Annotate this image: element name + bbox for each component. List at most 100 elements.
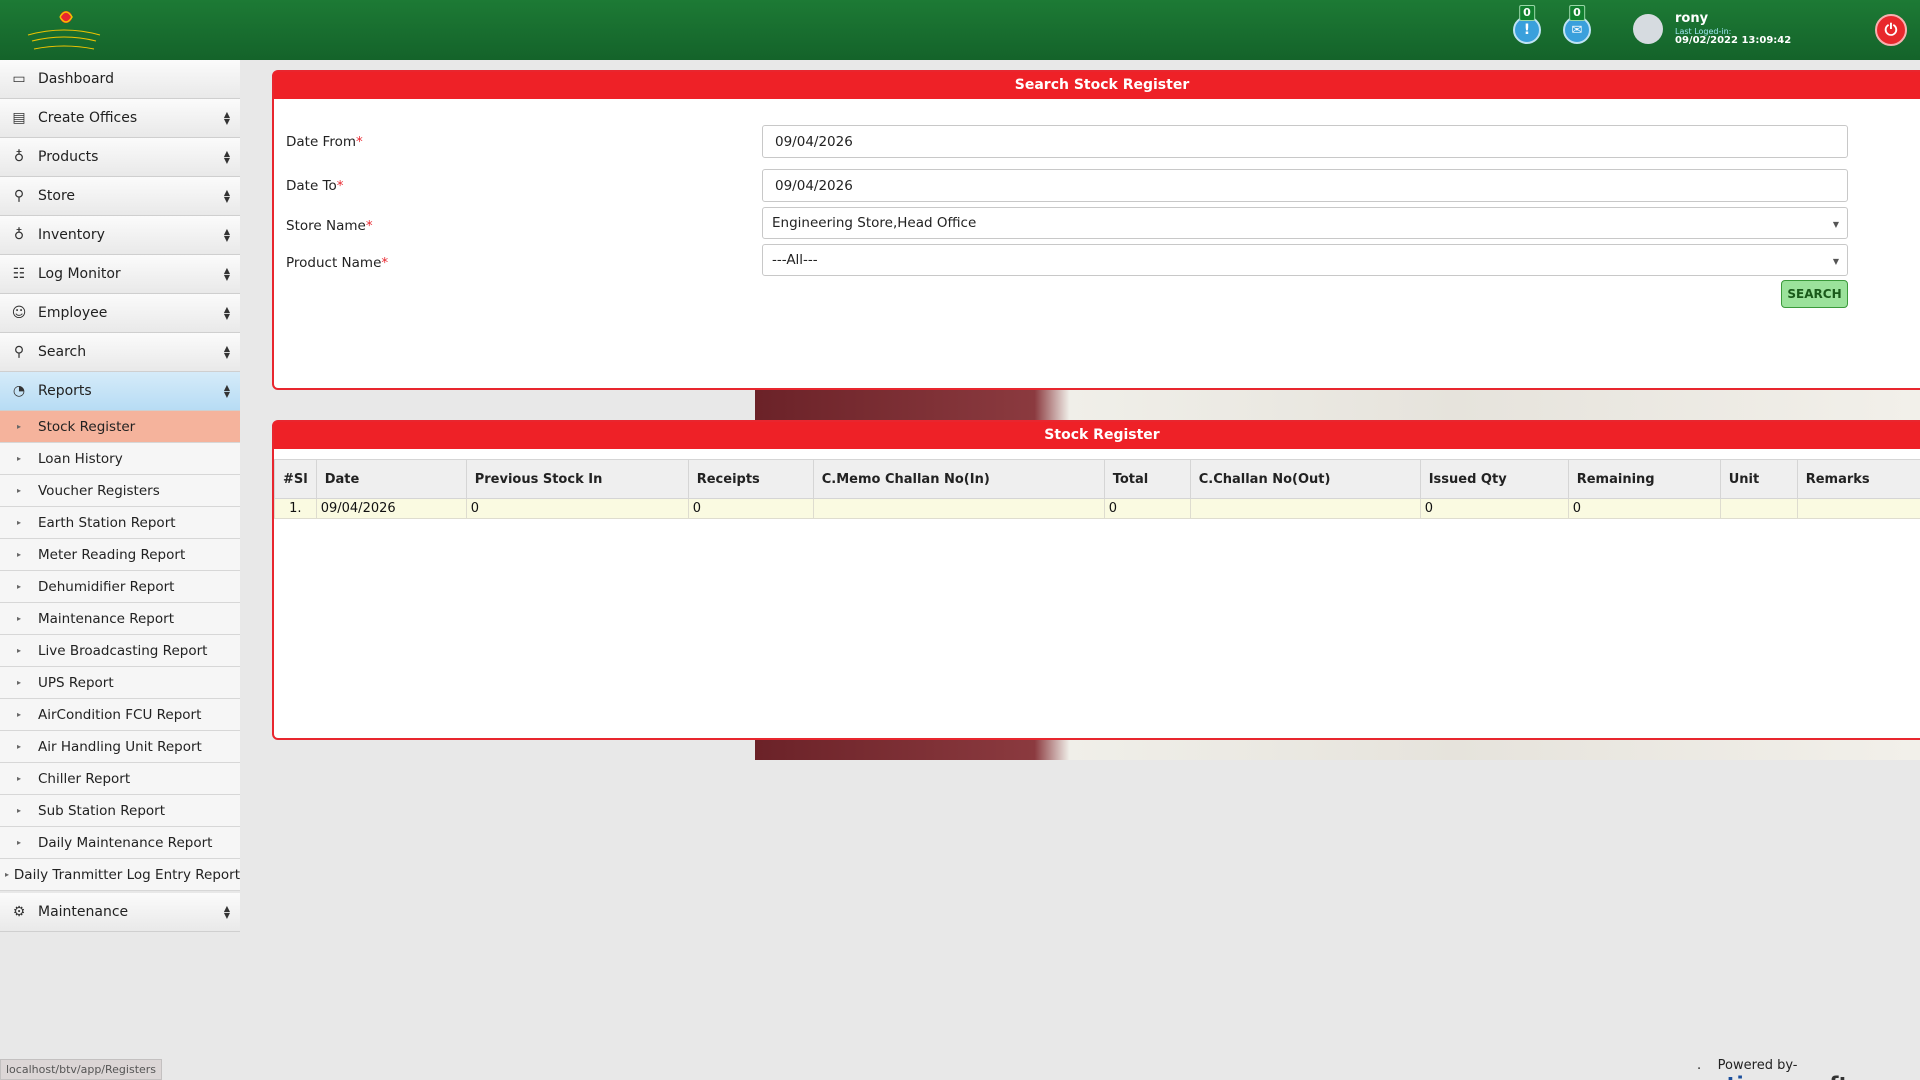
column-header[interactable]: Issued Qty — [1419, 459, 1569, 499]
sidebar-subitem-sub-station-report[interactable]: ▸ Sub Station Report — [0, 795, 240, 827]
sidebar-subitem-label: Live Broadcasting Report — [38, 642, 208, 659]
table-cell: 1. — [274, 498, 317, 519]
content-background — [240, 760, 1920, 1060]
sidebar-subitem-stock-register[interactable]: ▸ Stock Register — [0, 411, 240, 443]
sidebar-subitem-label: Chiller Report — [38, 770, 131, 787]
table-cell: 0 — [687, 498, 814, 519]
sidebar-subitem-maintenance-report[interactable]: ▸ Maintenance Report — [0, 603, 240, 635]
sidebar-item-inventory[interactable]: ♁ Inventory ▲ ▼ — [0, 216, 240, 255]
sidebar-subitem-aircondition-fcu-report[interactable]: ▸ AirCondition FCU Report — [0, 699, 240, 731]
logout-button[interactable]: ⏻ — [1875, 14, 1907, 46]
chevron-down-icon: ▼ — [1832, 220, 1839, 229]
messages-count: 0 — [1569, 5, 1585, 21]
column-header[interactable]: Remaining — [1567, 459, 1721, 499]
expand-arrows-icon: ▲ ▼ — [223, 904, 230, 920]
btv-logo[interactable] — [24, 5, 104, 55]
sidebar-subitem-dehumidifier-report[interactable]: ▸ Dehumidifier Report — [0, 571, 240, 603]
user-name[interactable]: rony — [1675, 11, 1708, 26]
column-header[interactable]: Receipts — [687, 459, 814, 499]
column-header[interactable]: Remarks — [1796, 459, 1920, 499]
expand-arrows-icon: ▲ ▼ — [223, 188, 230, 204]
column-header[interactable]: Total — [1103, 459, 1191, 499]
panel-title: Search Stock Register — [274, 72, 1920, 99]
sidebar-item-label: Inventory — [38, 227, 105, 243]
sidebar-item-reports[interactable]: ◔ Reports ▲ ▼ — [0, 372, 240, 411]
sidebar-subitem-air-handling-unit-report[interactable]: ▸ Air Handling Unit Report — [0, 731, 240, 763]
caret-right-icon: ▸ — [16, 614, 21, 623]
pie-chart-icon: ◔ — [12, 383, 26, 399]
store-name-select[interactable]: Engineering Store,Head Office ▼ — [762, 207, 1848, 239]
column-header[interactable]: Date — [315, 459, 467, 499]
sidebar-subitem-label: Air Handling Unit Report — [38, 738, 202, 755]
sidebar-item-products[interactable]: ♁ Products ▲ ▼ — [0, 138, 240, 177]
column-header[interactable]: Previous Stock In — [465, 459, 689, 499]
caret-right-icon: ▸ — [4, 870, 9, 879]
sidebar-item-label: Store — [38, 188, 76, 204]
sidebar-item-employee[interactable]: ☺ Employee ▲ ▼ — [0, 294, 240, 333]
sidebar-subitem-loan-history[interactable]: ▸ Loan History — [0, 443, 240, 475]
bulb-icon: ♁ — [13, 227, 25, 243]
sidebar-item-search[interactable]: ⚲ Search ▲ ▼ — [0, 333, 240, 372]
column-header[interactable]: #Sl — [274, 459, 317, 499]
product-name-select[interactable]: ---All--- ▼ — [762, 244, 1848, 276]
search-stock-register-panel: Search Stock Register Date From* 09/04/2… — [272, 70, 1920, 390]
table-cell: 0 — [1103, 498, 1191, 519]
sidebar-item-maintenance[interactable]: ⚙ Maintenance ▲ ▼ — [0, 893, 240, 932]
panel-title: Stock Register — [274, 422, 1920, 449]
brand-name[interactable]: optimum — [1697, 1073, 1802, 1080]
top-header-bar: 0 ! 0 ✉ rony Last Loged-in: 09/02/2022 1… — [0, 0, 1920, 60]
caret-right-icon: ▸ — [16, 710, 21, 719]
table-row[interactable]: 1. 09/04/2026 0 0 0 0 0 — [274, 498, 1920, 519]
sidebar-subitem-daily-maintenance-report[interactable]: ▸ Daily Maintenance Report — [0, 827, 240, 859]
expand-arrows-icon: ▲ ▼ — [223, 266, 230, 282]
search-button[interactable]: SEARCH — [1781, 280, 1848, 308]
expand-arrows-icon: ▲ ▼ — [223, 110, 230, 126]
sidebar-item-dashboard[interactable]: ▭ Dashboard — [0, 60, 240, 99]
expand-arrows-icon: ▲ ▼ — [223, 383, 230, 399]
table-header-row: #Sl Date Previous Stock In Receipts C.Me… — [274, 459, 1920, 499]
sidebar-subitem-ups-report[interactable]: ▸ UPS Report — [0, 667, 240, 699]
product-name-label: Product Name* — [286, 255, 389, 271]
caret-right-icon: ▸ — [16, 742, 21, 751]
messages-button[interactable]: 0 ✉ — [1563, 5, 1591, 44]
date-to-field[interactable]: 09/04/2026 — [762, 169, 1848, 202]
expand-arrows-icon: ▲ ▼ — [223, 227, 230, 243]
table-cell — [1189, 498, 1421, 519]
alerts-button[interactable]: 0 ! — [1513, 5, 1541, 44]
sidebar-item-create-offices[interactable]: ▤ Create Offices ▲ ▼ — [0, 99, 240, 138]
date-from-label: Date From* — [286, 134, 363, 150]
expand-arrows-icon: ▲ ▼ — [223, 149, 230, 165]
column-header[interactable]: C.Challan No(Out) — [1189, 459, 1421, 499]
monitor-icon: ▭ — [12, 71, 26, 87]
sidebar-item-store[interactable]: ⚲ Store ▲ ▼ — [0, 177, 240, 216]
sidebar-subitem-earth-station-report[interactable]: ▸ Earth Station Report — [0, 507, 240, 539]
caret-right-icon: ▸ — [16, 550, 21, 559]
status-bar-url: localhost/btv/app/Registers — [0, 1059, 163, 1080]
gear-icon: ⚙ — [12, 904, 26, 920]
powered-by: . Powered by- optimumsoft — [1697, 1058, 1920, 1080]
avatar[interactable] — [1633, 14, 1663, 44]
building-icon: ▤ — [12, 110, 26, 126]
sidebar-item-label: Dashboard — [38, 71, 114, 87]
sidebar-subitem-daily-transmitter-log-report[interactable]: ▸ Daily Tranmitter Log Entry Report — [0, 859, 240, 891]
powered-by-label: Powered by- — [1717, 1058, 1798, 1073]
sidebar-item-label: Log Monitor — [38, 266, 121, 282]
power-icon: ⏻ — [1884, 20, 1898, 39]
date-from-field[interactable]: 09/04/2026 — [762, 125, 1848, 158]
date-to-label: Date To* — [286, 178, 344, 194]
background-photo — [755, 738, 1920, 760]
sidebar-subitem-voucher-registers[interactable]: ▸ Voucher Registers — [0, 475, 240, 507]
sidebar-subitem-label: Sub Station Report — [38, 802, 166, 819]
sidebar-subitem-label: Voucher Registers — [38, 482, 160, 499]
column-header[interactable]: Unit — [1719, 459, 1798, 499]
sidebar-subitem-chiller-report[interactable]: ▸ Chiller Report — [0, 763, 240, 795]
sidebar-subitem-label: Dehumidifier Report — [38, 578, 175, 595]
column-header[interactable]: C.Memo Challan No(In) — [812, 459, 1105, 499]
sidebar-subitem-live-broadcasting-report[interactable]: ▸ Live Broadcasting Report — [0, 635, 240, 667]
sidebar-subitem-meter-reading-report[interactable]: ▸ Meter Reading Report — [0, 539, 240, 571]
alerts-count: 0 — [1519, 5, 1535, 21]
brand-suffix[interactable]: soft — [1802, 1073, 1848, 1080]
sidebar-item-log-monitor[interactable]: ☷ Log Monitor ▲ ▼ — [0, 255, 240, 294]
sidebar-item-label: Create Offices — [38, 110, 138, 126]
mail-icon: ✉ — [1571, 22, 1583, 38]
